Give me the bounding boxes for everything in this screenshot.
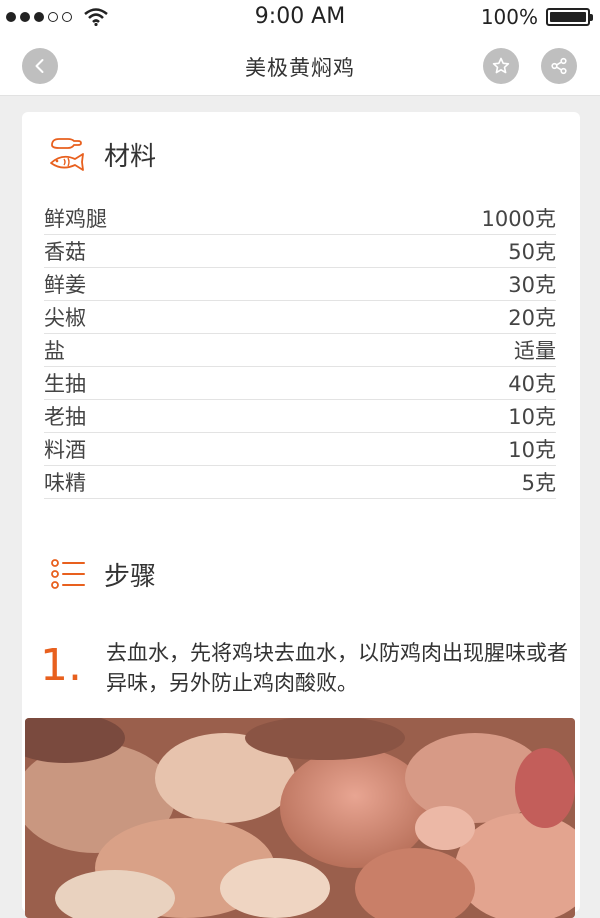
share-button[interactable] — [541, 48, 577, 84]
list-icon — [51, 559, 85, 589]
ingredient-row: 鲜鸡腿 1000克 — [44, 202, 556, 235]
step-photo — [25, 718, 575, 918]
ingredient-row: 生抽 40克 — [44, 367, 556, 400]
share-icon — [551, 57, 567, 75]
battery-percent: 100% — [480, 5, 538, 29]
ingredient-amount: 20克 — [508, 306, 556, 330]
battery-fill — [550, 12, 586, 22]
ingredient-row: 盐 适量 — [44, 334, 556, 367]
ingredient-row: 味精 5克 — [44, 466, 556, 499]
ingredient-amount: 适量 — [514, 339, 556, 363]
ingredients-header: 材料 — [48, 134, 156, 174]
ingredient-name: 味精 — [44, 471, 86, 495]
favorite-button[interactable] — [483, 48, 519, 84]
step-text: 去血水，先将鸡块去血水，以防鸡肉出现腥味或者异味，另外防止鸡肉酸败。 — [106, 641, 568, 695]
ingredient-name: 老抽 — [44, 405, 86, 429]
ingredient-row: 尖椒 20克 — [44, 301, 556, 334]
ingredient-amount: 10克 — [508, 405, 556, 429]
chicken-pieces-image — [25, 718, 575, 918]
ingredient-amount: 30克 — [508, 273, 556, 297]
ingredient-name: 生抽 — [44, 372, 86, 396]
star-icon — [492, 57, 510, 74]
ingredient-amount: 1000克 — [481, 207, 556, 231]
ingredient-row: 老抽 10克 — [44, 400, 556, 433]
ingredient-amount: 40克 — [508, 372, 556, 396]
navigation-bar: 美极黄焖鸡 — [0, 34, 600, 96]
ingredient-list: 鲜鸡腿 1000克 香菇 50克 鲜姜 30克 尖椒 20克 盐 适量 生抽 40克 老抽 1… — [44, 202, 556, 499]
ingredient-amount: 5克 — [521, 471, 556, 495]
steps-title: 步骤 — [104, 561, 157, 592]
steps-header: 步骤 — [48, 554, 156, 594]
ingredient-row: 香菇 50克 — [44, 235, 556, 268]
step-number: 1. — [40, 640, 82, 691]
chicken-fish-icon — [50, 138, 84, 171]
ingredient-amount: 50克 — [508, 240, 556, 264]
ingredient-name: 香菇 — [44, 240, 86, 264]
status-bar: 9:00 AM 100% — [0, 0, 600, 34]
ingredient-row: 料酒 10克 — [44, 433, 556, 466]
ingredient-name: 盐 — [44, 339, 65, 363]
ingredient-amount: 10克 — [508, 438, 556, 462]
ingredient-name: 料酒 — [44, 438, 86, 462]
ingredients-title: 材料 — [104, 141, 157, 172]
ingredient-name: 鲜姜 — [44, 273, 86, 297]
ingredient-row: 鲜姜 30克 — [44, 268, 556, 301]
ingredient-name: 鲜鸡腿 — [44, 207, 107, 231]
battery-status: 100% — [480, 5, 593, 29]
battery-icon — [546, 8, 593, 26]
ingredient-name: 尖椒 — [44, 306, 86, 330]
